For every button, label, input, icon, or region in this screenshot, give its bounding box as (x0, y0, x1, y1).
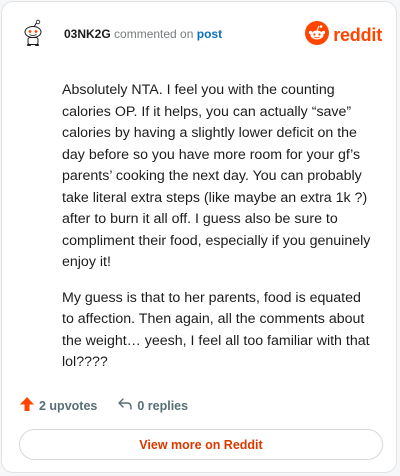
reddit-snoo-icon (305, 21, 330, 50)
upvote-button[interactable]: 2 upvotes (19, 396, 97, 415)
action-text: commented on (114, 27, 194, 41)
comment-body: Absolutely NTA. I feel you with the coun… (62, 80, 374, 388)
reply-count: 0 replies (137, 398, 189, 413)
reddit-wordmark: reddit (333, 25, 382, 45)
comment-paragraph: Absolutely NTA. I feel you with the coun… (62, 82, 371, 270)
reply-button[interactable]: 0 replies (117, 396, 188, 415)
upvote-arrow-icon (19, 396, 35, 415)
reply-arrow-icon (117, 396, 133, 415)
comment-paragraph: My guess is that to her parents, food is… (62, 289, 370, 371)
username-link[interactable]: 03NK2G (64, 27, 111, 41)
comment-header: 03NK2G commented on post (64, 26, 222, 42)
comment-card: 03NK2G commented on post reddit Absolute… (1, 1, 397, 473)
reddit-logo[interactable]: reddit (305, 21, 382, 50)
post-link[interactable]: post (197, 27, 222, 41)
view-more-button[interactable]: View more on Reddit (19, 429, 383, 460)
comment-stats: 2 upvotes 0 replies (19, 396, 188, 415)
snoo-avatar-icon[interactable] (19, 19, 47, 47)
upvote-count: 2 upvotes (39, 398, 98, 413)
